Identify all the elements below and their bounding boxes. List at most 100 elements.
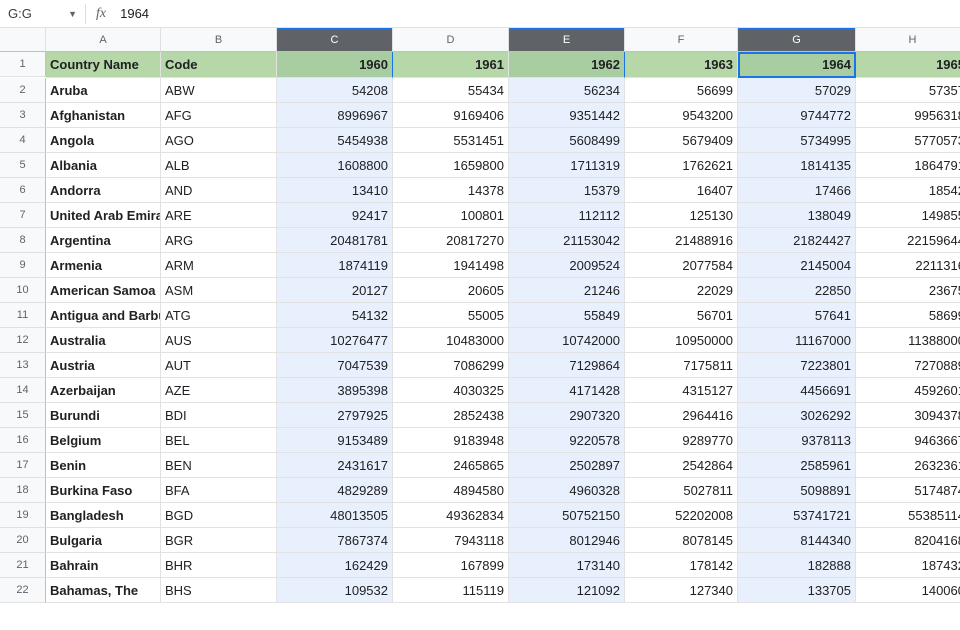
cell-value[interactable]: 4171428 — [509, 378, 625, 403]
cell-value[interactable]: 57641 — [738, 303, 856, 328]
cell-value[interactable]: 9169406 — [393, 103, 509, 128]
cell-value[interactable]: 140060 — [856, 578, 960, 603]
cell-code[interactable]: ARG — [161, 228, 277, 253]
cell-value[interactable]: 7223801 — [738, 353, 856, 378]
cell-value[interactable]: 138049 — [738, 203, 856, 228]
cell-code[interactable]: BDI — [161, 403, 277, 428]
cell-value[interactable]: 3026292 — [738, 403, 856, 428]
column-header-D[interactable]: D — [393, 28, 509, 52]
cell-value[interactable]: 5734995 — [738, 128, 856, 153]
cell-country-name[interactable]: Antigua and Barbuda — [46, 303, 161, 328]
cell-value[interactable]: 4592601 — [856, 378, 960, 403]
cell-country-name[interactable]: Afghanistan — [46, 103, 161, 128]
cell-country-name[interactable]: Andorra — [46, 178, 161, 203]
cell-value[interactable]: 18542 — [856, 178, 960, 203]
cell-value[interactable]: 2632361 — [856, 453, 960, 478]
cell-country-name[interactable]: United Arab Emirates — [46, 203, 161, 228]
cell-country-name[interactable]: Burundi — [46, 403, 161, 428]
cell-value[interactable]: 173140 — [509, 553, 625, 578]
cell-value[interactable]: 2797925 — [277, 403, 393, 428]
cell-value[interactable]: 3094378 — [856, 403, 960, 428]
header-cell[interactable]: 1963 — [625, 52, 738, 78]
cell-code[interactable]: BFA — [161, 478, 277, 503]
chevron-down-icon[interactable]: ▼ — [68, 9, 77, 19]
cell-code[interactable]: AZE — [161, 378, 277, 403]
cell-value[interactable]: 53741721 — [738, 503, 856, 528]
cell-value[interactable]: 2542864 — [625, 453, 738, 478]
cell-value[interactable]: 20481781 — [277, 228, 393, 253]
cell-value[interactable]: 7129864 — [509, 353, 625, 378]
cell-value[interactable]: 22029 — [625, 278, 738, 303]
cell-value[interactable]: 20605 — [393, 278, 509, 303]
cell-value[interactable]: 8078145 — [625, 528, 738, 553]
cell-country-name[interactable]: Burkina Faso — [46, 478, 161, 503]
cell-value[interactable]: 5027811 — [625, 478, 738, 503]
cell-value[interactable]: 133705 — [738, 578, 856, 603]
cell-value[interactable]: 57357 — [856, 78, 960, 103]
cell-value[interactable]: 125130 — [625, 203, 738, 228]
cell-value[interactable]: 1762621 — [625, 153, 738, 178]
cell-value[interactable]: 187432 — [856, 553, 960, 578]
row-header[interactable]: 4 — [0, 128, 46, 153]
cell-value[interactable]: 2211316 — [856, 253, 960, 278]
cell-country-name[interactable]: Bangladesh — [46, 503, 161, 528]
cell-value[interactable]: 4315127 — [625, 378, 738, 403]
cell-code[interactable]: ASM — [161, 278, 277, 303]
cell-value[interactable]: 55434 — [393, 78, 509, 103]
cell-value[interactable]: 1874119 — [277, 253, 393, 278]
cell-code[interactable]: AUS — [161, 328, 277, 353]
row-header[interactable]: 9 — [0, 253, 46, 278]
cell-value[interactable]: 7047539 — [277, 353, 393, 378]
cell-value[interactable]: 5679409 — [625, 128, 738, 153]
column-header-E[interactable]: E — [509, 28, 625, 52]
row-header[interactable]: 2 — [0, 78, 46, 103]
column-header-G[interactable]: G — [738, 28, 856, 52]
cell-code[interactable]: AGO — [161, 128, 277, 153]
cell-value[interactable]: 2502897 — [509, 453, 625, 478]
cell-code[interactable]: AFG — [161, 103, 277, 128]
column-header-C[interactable]: C — [277, 28, 393, 52]
cell-value[interactable]: 5531451 — [393, 128, 509, 153]
cell-country-name[interactable]: Bahrain — [46, 553, 161, 578]
cell-country-name[interactable]: Armenia — [46, 253, 161, 278]
cell-value[interactable]: 9220578 — [509, 428, 625, 453]
cell-value[interactable]: 2145004 — [738, 253, 856, 278]
cell-code[interactable]: BHS — [161, 578, 277, 603]
cell-code[interactable]: ALB — [161, 153, 277, 178]
cell-value[interactable]: 56701 — [625, 303, 738, 328]
row-header[interactable]: 1 — [0, 52, 46, 77]
row-header[interactable]: 20 — [0, 528, 46, 553]
cell-value[interactable]: 9183948 — [393, 428, 509, 453]
cell-value[interactable]: 115119 — [393, 578, 509, 603]
cell-country-name[interactable]: Benin — [46, 453, 161, 478]
cell-value[interactable]: 149855 — [856, 203, 960, 228]
header-cell[interactable]: 1961 — [393, 52, 509, 78]
cell-value[interactable]: 54208 — [277, 78, 393, 103]
row-header[interactable]: 10 — [0, 278, 46, 303]
cell-value[interactable]: 4894580 — [393, 478, 509, 503]
cell-value[interactable]: 21153042 — [509, 228, 625, 253]
header-cell[interactable]: 1965 — [856, 52, 960, 78]
cell-value[interactable]: 21824427 — [738, 228, 856, 253]
cell-value[interactable]: 127340 — [625, 578, 738, 603]
cell-value[interactable]: 5608499 — [509, 128, 625, 153]
column-header-H[interactable]: H — [856, 28, 960, 52]
row-header[interactable]: 14 — [0, 378, 46, 403]
cell-value[interactable]: 2431617 — [277, 453, 393, 478]
cell-value[interactable]: 16407 — [625, 178, 738, 203]
cell-value[interactable]: 7086299 — [393, 353, 509, 378]
header-cell[interactable]: Country Name — [46, 52, 161, 78]
cell-value[interactable]: 13410 — [277, 178, 393, 203]
row-header[interactable]: 16 — [0, 428, 46, 453]
cell-value[interactable]: 167899 — [393, 553, 509, 578]
row-header[interactable]: 11 — [0, 303, 46, 328]
cell-value[interactable]: 11167000 — [738, 328, 856, 353]
row-header[interactable]: 12 — [0, 328, 46, 353]
cell-value[interactable]: 2585961 — [738, 453, 856, 478]
cell-code[interactable]: AND — [161, 178, 277, 203]
cell-value[interactable]: 56234 — [509, 78, 625, 103]
name-box[interactable]: G:G ▼ — [0, 6, 85, 21]
cell-value[interactable]: 54132 — [277, 303, 393, 328]
cell-value[interactable]: 14378 — [393, 178, 509, 203]
cell-value[interactable]: 178142 — [625, 553, 738, 578]
